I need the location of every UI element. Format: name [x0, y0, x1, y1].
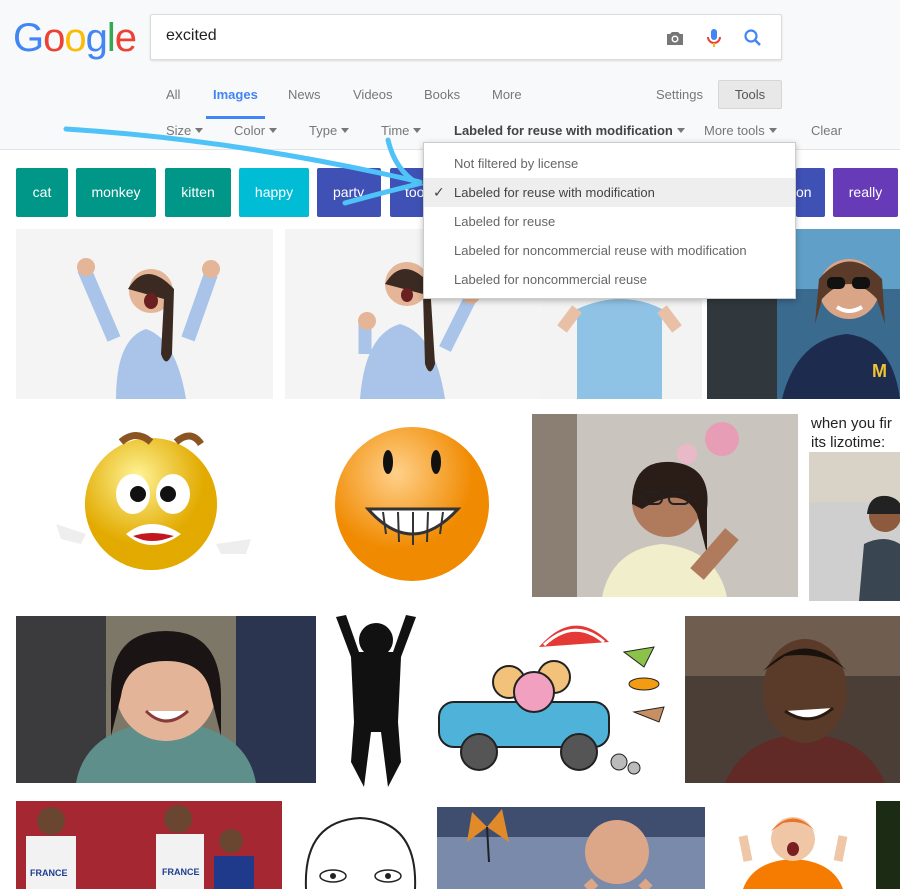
size-filter[interactable]: Size: [166, 123, 204, 138]
tab-books[interactable]: Books: [424, 87, 460, 102]
image-result-lizotime-meme[interactable]: when you fir its lizotime:: [809, 414, 900, 601]
search-box[interactable]: [150, 14, 782, 60]
license-option-reuse-modification[interactable]: ✓ Labeled for reuse with modification: [424, 178, 795, 207]
chip-monkey[interactable]: monkey: [76, 168, 156, 217]
license-option-label: Labeled for noncommercial reuse: [454, 272, 647, 287]
chevron-down-icon: [413, 128, 422, 133]
image-result-dark-partial[interactable]: [876, 801, 900, 889]
chip-cat[interactable]: cat: [16, 168, 68, 217]
size-filter-label: Size: [166, 123, 192, 138]
search-icon[interactable]: [741, 26, 765, 50]
license-option-label: Labeled for reuse with modification: [454, 185, 655, 200]
chevron-down-icon: [676, 128, 685, 133]
license-option-noncommercial[interactable]: Labeled for noncommercial reuse: [424, 265, 795, 294]
image-result-emoji-scared[interactable]: [16, 414, 273, 597]
license-filter-label: Labeled for reuse with modification: [454, 123, 673, 138]
tab-more[interactable]: More: [492, 87, 522, 102]
chevron-down-icon: [341, 128, 350, 133]
license-option-label: Labeled for noncommercial reuse with mod…: [454, 243, 747, 258]
image-result-man-butterfly[interactable]: [437, 807, 705, 889]
more-tools-label: More tools: [704, 123, 765, 138]
tools-button[interactable]: Tools: [718, 80, 782, 109]
license-option-reuse[interactable]: Labeled for reuse: [424, 207, 795, 236]
license-option-noncommercial-modification[interactable]: Labeled for noncommercial reuse with mod…: [424, 236, 795, 265]
chip-really[interactable]: really: [833, 168, 898, 217]
chip-too[interactable]: too: [390, 168, 424, 217]
chevron-down-icon: [269, 128, 278, 133]
tab-all[interactable]: All: [166, 87, 180, 102]
image-result-emoji-grin[interactable]: [278, 414, 528, 597]
chip-party[interactable]: party: [317, 168, 381, 217]
license-filter[interactable]: Labeled for reuse with modification: [454, 123, 685, 138]
chevron-down-icon: [195, 128, 204, 133]
active-tab-indicator: [206, 116, 265, 119]
image-result-smiling-athlete[interactable]: [685, 616, 900, 783]
settings-link[interactable]: Settings: [656, 87, 703, 102]
camera-icon[interactable]: [663, 26, 687, 50]
svg-text:FRANCE: FRANCE: [162, 867, 200, 877]
color-filter-label: Color: [234, 123, 266, 138]
chip-happy[interactable]: happy: [239, 168, 309, 217]
chevron-down-icon: [768, 128, 777, 133]
header: Google All Images News Videos Books More…: [0, 0, 900, 150]
license-option-not-filtered[interactable]: Not filtered by license: [424, 149, 795, 178]
more-tools-filter[interactable]: More tools: [704, 123, 777, 138]
image-result-orange-shirt-surprised[interactable]: [713, 801, 873, 889]
clear-filters-link[interactable]: Clear: [811, 123, 842, 138]
image-result-cartoon-car[interactable]: [434, 612, 684, 788]
tab-images[interactable]: Images: [213, 87, 258, 102]
color-filter[interactable]: Color: [234, 123, 278, 138]
checkmark-icon: ✓: [433, 184, 445, 200]
license-option-label: Labeled for reuse: [454, 214, 556, 229]
image-result-basketball-players[interactable]: FRANCE FRANCE: [16, 801, 282, 889]
type-filter[interactable]: Type: [309, 123, 350, 138]
time-filter-label: Time: [381, 123, 410, 138]
image-result-smiling-child[interactable]: [16, 616, 316, 783]
image-result-silhouette[interactable]: [326, 612, 426, 788]
type-filter-label: Type: [309, 123, 338, 138]
chip-kitten[interactable]: kitten: [165, 168, 231, 217]
mic-icon[interactable]: [702, 26, 726, 50]
svg-text:M: M: [872, 361, 887, 381]
search-input[interactable]: [166, 27, 646, 45]
google-logo[interactable]: Google: [13, 16, 137, 61]
license-dropdown: Not filtered by license ✓ Labeled for reu…: [423, 142, 796, 299]
image-result-woman-excited-1[interactable]: [16, 229, 273, 399]
image-result-bald-face-drawing[interactable]: [298, 816, 423, 889]
license-option-label: Not filtered by license: [454, 156, 579, 171]
svg-text:FRANCE: FRANCE: [30, 868, 68, 878]
image-result-bored-girl[interactable]: [532, 414, 798, 597]
time-filter[interactable]: Time: [381, 123, 422, 138]
tab-news[interactable]: News: [288, 87, 321, 102]
chip-on[interactable]: on: [796, 168, 825, 217]
tab-videos[interactable]: Videos: [353, 87, 393, 102]
